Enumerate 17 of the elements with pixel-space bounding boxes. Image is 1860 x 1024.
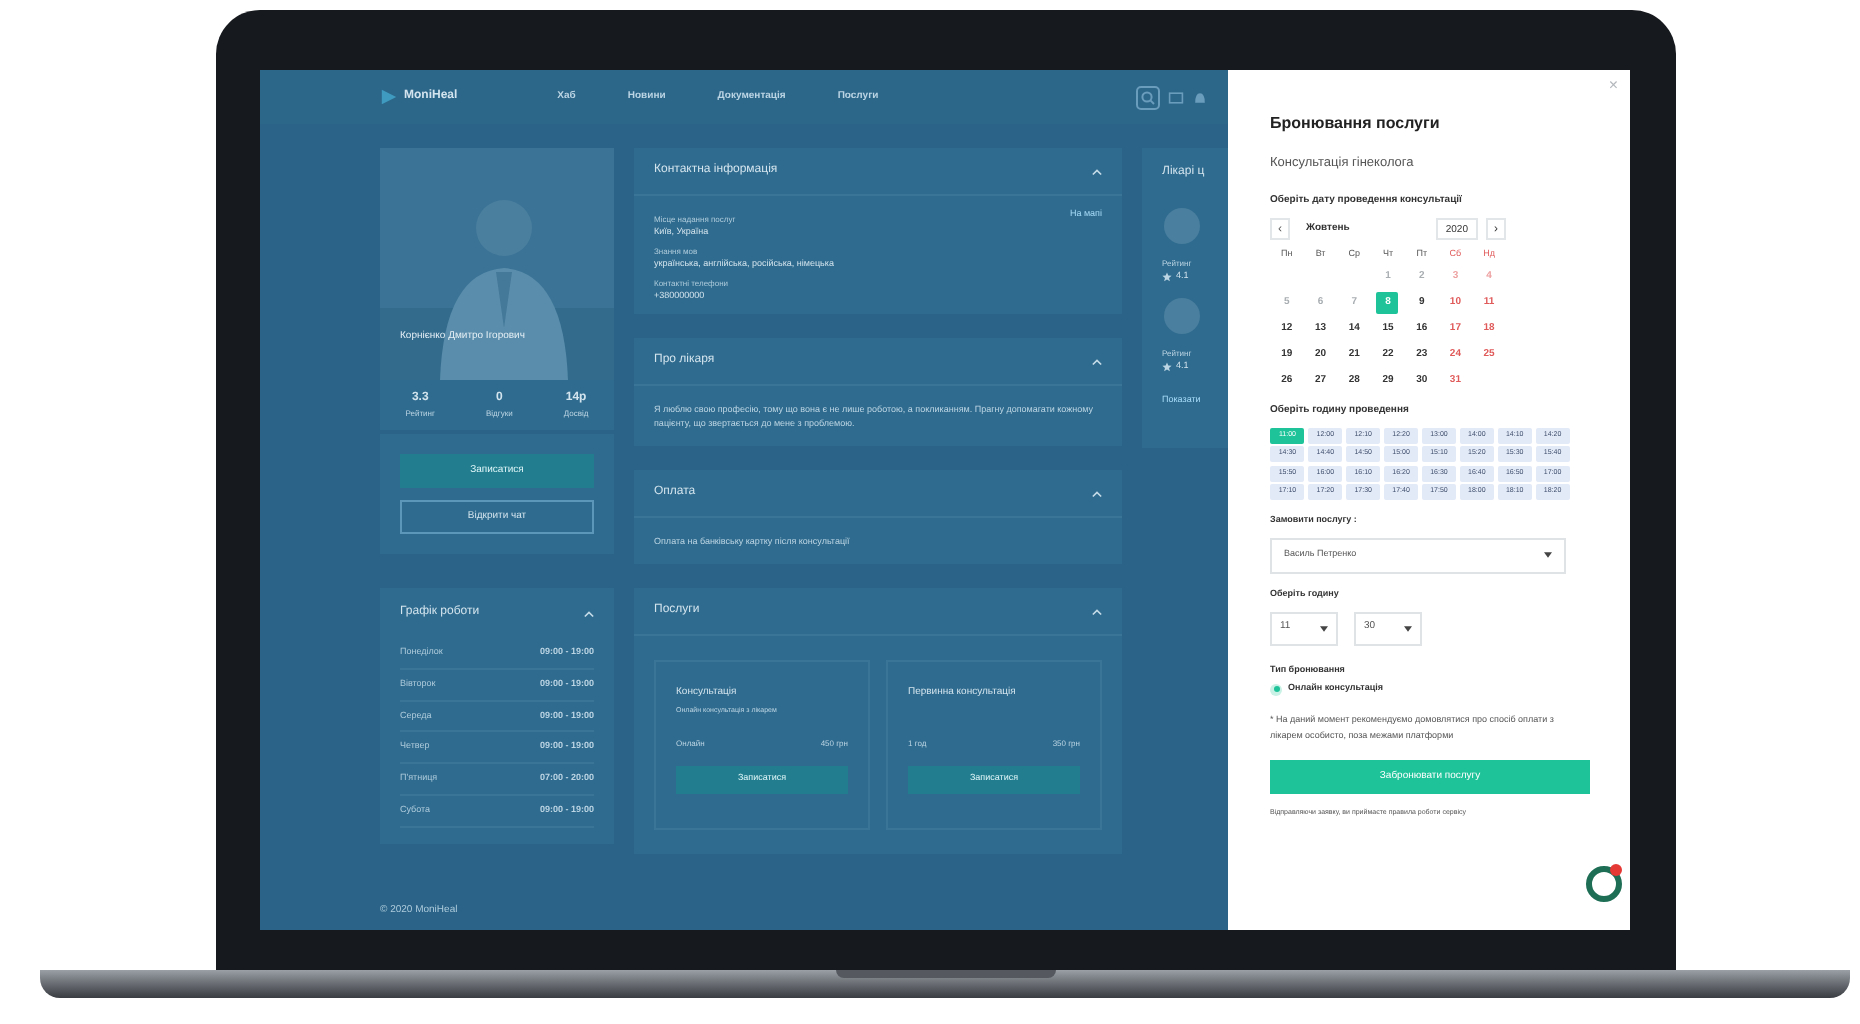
chevron-up-icon[interactable] — [1092, 607, 1102, 616]
mail-icon[interactable] — [1168, 89, 1184, 105]
panel-title: Бронювання послуги — [1270, 112, 1442, 136]
chevron-up-icon[interactable] — [584, 609, 594, 617]
chevron-up-icon[interactable] — [1092, 489, 1102, 498]
radio-button[interactable] — [1270, 683, 1282, 696]
chevron-up-icon[interactable] — [1092, 167, 1102, 175]
caret-icon — [1544, 552, 1552, 559]
logo-icon — [380, 88, 398, 106]
bell-icon[interactable] — [1192, 89, 1208, 105]
star-icon — [1162, 271, 1172, 282]
star-icon — [1162, 361, 1172, 372]
chevron-up-icon[interactable] — [1092, 357, 1102, 366]
chat-icon[interactable] — [1586, 866, 1622, 902]
caret-icon — [1404, 625, 1412, 631]
caret-icon — [1320, 625, 1328, 631]
search-icon[interactable] — [1136, 85, 1160, 109]
